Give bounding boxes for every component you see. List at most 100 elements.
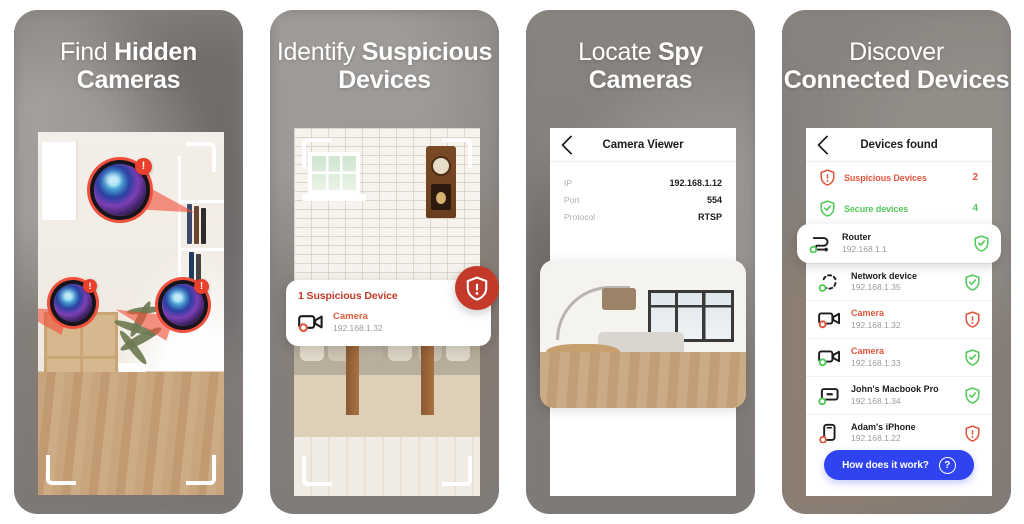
app-store-screenshot-gallery: Find Hidden Cameras ! ! ! Identify Suspi… — [0, 0, 1024, 524]
device-row-iphone[interactable]: Adam's iPhone 192.168.1.22 — [806, 413, 992, 452]
headline-1: Find Hidden Cameras — [14, 38, 243, 94]
info-key: Protocol — [564, 211, 596, 222]
headline-2-line2: Devices — [338, 66, 431, 94]
laptop-icon — [818, 386, 842, 405]
shield-check-icon — [820, 200, 835, 217]
info-row: Port 554 — [564, 191, 722, 208]
panel-locate-spy-cameras: Locate Spy Cameras Camera Viewer IP 192.… — [512, 0, 768, 524]
phone-icon — [818, 423, 842, 444]
scan-bracket-bottom-left-2 — [302, 456, 332, 486]
summary-row-suspicious[interactable]: Suspicious Devices 2 — [806, 162, 992, 193]
device-row-macbook[interactable]: John's Macbook Pro 192.168.1.34 — [806, 375, 992, 414]
screenshot-card-1: Find Hidden Cameras ! ! ! — [14, 10, 243, 514]
camera-live-feed[interactable] — [540, 260, 746, 408]
device-ip: 192.168.1.35 — [851, 282, 901, 293]
headline-2-strong: Suspicious — [361, 38, 493, 66]
device-name: Camera — [851, 308, 885, 319]
status-shield-check-icon — [974, 235, 989, 252]
info-value: RTSP — [697, 211, 722, 222]
device-texts: Camera 192.168.1.32 — [851, 308, 956, 331]
window-sill-shape — [302, 194, 366, 201]
headline-1-strong: Hidden — [114, 38, 197, 66]
rug-shape — [294, 374, 480, 441]
camera-info-list: IP 192.168.1.12 Port 554 Protocol RTSP — [550, 162, 736, 225]
device-name: John's Macbook Pro — [851, 383, 939, 394]
status-shield-alert-icon — [965, 311, 980, 329]
cta-label: How does it work? — [842, 459, 929, 471]
device-row-network[interactable]: Network device 192.168.1.35 — [806, 262, 992, 301]
shield-alert-icon — [820, 169, 835, 186]
camera-marker-2[interactable]: ! — [38, 279, 97, 335]
alert-badge-2: ! — [83, 279, 97, 293]
scan-bracket-top-right-2 — [442, 138, 472, 168]
screenshot-card-3: Locate Spy Cameras Camera Viewer IP 192.… — [526, 10, 755, 514]
shield-alert-button[interactable] — [455, 266, 499, 310]
device-texts: Router 192.168.1.1 — [842, 232, 965, 255]
headline-4: Discover Connected Devices — [782, 38, 1011, 94]
device-texts: Network device 192.168.1.35 — [851, 271, 956, 294]
summary-label: Suspicious Devices — [844, 172, 927, 183]
info-key: Port — [564, 194, 580, 205]
info-value: 192.168.1.12 — [669, 177, 722, 188]
summary-count: 4 — [972, 203, 978, 214]
camera-icon — [818, 310, 842, 329]
device-row-router[interactable]: Router 192.168.1.1 — [797, 224, 1001, 263]
status-shield-check-icon — [965, 349, 980, 366]
camera-icon — [298, 312, 324, 333]
device-ip: 192.168.1.32 — [851, 320, 901, 331]
camera-viewer-screen: Camera Viewer IP 192.168.1.12 Port 554 P… — [540, 128, 746, 496]
question-mark-icon: ? — [938, 456, 956, 474]
status-shield-alert-icon — [965, 424, 980, 442]
headline-2-regular: Identify — [276, 38, 362, 66]
device-name: Router — [842, 232, 871, 242]
device-ip: 192.168.1.1 — [842, 243, 887, 254]
devices-found-header: Devices found — [806, 128, 992, 162]
panel-find-hidden-cameras: Find Hidden Cameras ! ! ! — [0, 0, 256, 524]
feed-lampshade-shape — [602, 288, 636, 310]
scan-bracket-top-left — [46, 142, 76, 172]
suspicious-device-ip: 192.168.1.32 — [333, 322, 383, 333]
suspicious-device-card[interactable]: 1 Suspicious Device Camera 192.168.1.32 — [286, 266, 499, 346]
info-row: Protocol RTSP — [564, 208, 722, 225]
device-row-camera-1[interactable]: Camera 192.168.1.32 — [806, 300, 992, 338]
info-row: IP 192.168.1.12 — [564, 174, 722, 191]
scan-bracket-bottom-right — [186, 455, 216, 485]
device-ip: 192.168.1.33 — [851, 357, 901, 368]
camera-icon — [818, 348, 842, 367]
screenshot-card-4: Discover Connected Devices Devices found — [782, 10, 1011, 514]
device-row-camera-2[interactable]: Camera 192.168.1.33 — [806, 338, 992, 376]
scan-bracket-top-right — [186, 142, 216, 172]
device-name: Network device — [851, 270, 918, 281]
router-icon — [809, 233, 833, 254]
panel-discover-connected-devices: Discover Connected Devices Devices found — [768, 0, 1024, 524]
headline-3-line2: Cameras — [588, 66, 693, 94]
summary-row-secure[interactable]: Secure devices 4 — [806, 193, 992, 224]
device-ip: 192.168.1.22 — [851, 433, 901, 444]
device-texts: Camera 192.168.1.33 — [851, 346, 956, 369]
devices-found-screen: Devices found Suspicious Devices 2 Secur… — [797, 128, 1001, 496]
device-name: Adam's iPhone — [851, 421, 916, 432]
feed-floor-shape — [540, 351, 746, 408]
camera-viewer-header: Camera Viewer — [550, 128, 736, 162]
suspicious-card-title: 1 Suspicious Device — [298, 290, 398, 302]
status-shield-check-icon — [965, 387, 980, 404]
screenshot-card-2: Identify Suspicious Devices 1 Suspicious… — [270, 10, 499, 514]
shield-alert-icon — [466, 276, 488, 301]
headline-2: Identify Suspicious Devices — [270, 38, 499, 94]
summary-label: Secure devices — [844, 203, 909, 214]
status-shield-check-icon — [965, 273, 980, 291]
how-does-it-work-button[interactable]: How does it work? ? — [824, 450, 974, 480]
scan-bracket-bottom-left — [46, 455, 76, 485]
headline-3: Locate Spy Cameras — [526, 38, 755, 94]
alert-badge-1: ! — [135, 158, 152, 175]
info-value: 554 — [706, 194, 722, 205]
info-key: IP — [564, 177, 573, 188]
ar-camera-viewfinder[interactable]: ! ! ! — [38, 132, 224, 495]
suspicious-device-row[interactable]: Camera 192.168.1.32 — [298, 311, 479, 334]
device-texts: Adam's iPhone 192.168.1.22 — [851, 422, 956, 445]
scan-bracket-top-left-2 — [302, 138, 332, 168]
camera-marker-1[interactable]: ! — [94, 158, 199, 227]
headline-1-line2: Cameras — [76, 66, 181, 94]
camera-marker-3[interactable]: ! — [111, 279, 209, 341]
alert-badge-3: ! — [194, 279, 209, 294]
